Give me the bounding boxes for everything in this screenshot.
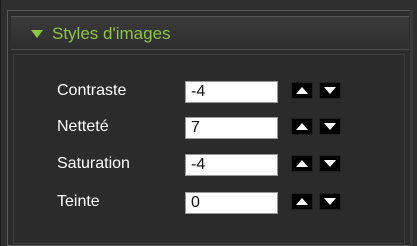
setting-label: Saturation <box>57 155 130 172</box>
setting-row-saturation: Saturation -4 <box>14 154 406 178</box>
triangle-down-icon <box>324 160 336 167</box>
decrement-button[interactable] <box>319 118 341 135</box>
increment-button[interactable] <box>291 82 313 99</box>
setting-value-field[interactable]: 7 <box>185 117 278 139</box>
triangle-down-icon <box>324 87 336 94</box>
increment-button[interactable] <box>291 118 313 135</box>
setting-value-field[interactable]: 0 <box>185 192 278 214</box>
decrement-button[interactable] <box>319 155 341 172</box>
panel-header[interactable]: Styles d'images <box>11 16 409 50</box>
triangle-down-icon <box>324 123 336 130</box>
image-styles-panel: Styles d'images Contraste -4 Netteté 7 S… <box>0 0 417 246</box>
setting-value-field[interactable]: -4 <box>185 81 278 103</box>
setting-label: Teinte <box>57 193 100 210</box>
panel-title: Styles d'images <box>52 24 171 43</box>
panel-edge <box>410 10 413 246</box>
setting-row-nettete: Netteté 7 <box>14 117 406 141</box>
setting-label: Netteté <box>57 118 109 135</box>
triangle-down-icon <box>324 198 336 205</box>
decrement-button[interactable] <box>319 82 341 99</box>
setting-label: Contraste <box>57 82 127 99</box>
settings-content: Contraste -4 Netteté 7 Saturation -4 Tei… <box>13 54 405 244</box>
triangle-up-icon <box>296 160 308 167</box>
setting-row-teinte: Teinte 0 <box>14 192 406 216</box>
triangle-up-icon <box>296 87 308 94</box>
triangle-up-icon <box>296 123 308 130</box>
setting-row-contraste: Contraste -4 <box>14 81 406 105</box>
increment-button[interactable] <box>291 155 313 172</box>
triangle-up-icon <box>296 198 308 205</box>
collapse-arrow-icon[interactable] <box>31 30 43 38</box>
setting-value-field[interactable]: -4 <box>185 154 278 176</box>
decrement-button[interactable] <box>319 193 341 210</box>
increment-button[interactable] <box>291 193 313 210</box>
